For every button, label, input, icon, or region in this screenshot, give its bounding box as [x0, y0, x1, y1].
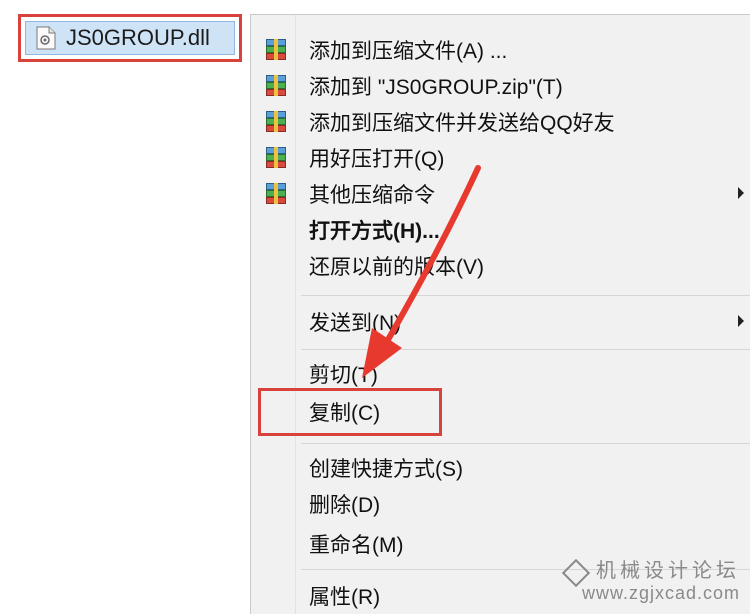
annotation-arrow-icon [362, 165, 481, 378]
watermark-url: www.zgjxcad.com [581, 583, 740, 603]
watermark-title: 机械设计论坛 [596, 558, 740, 582]
watermark: 机械设计论坛 www.zgjxcad.com [561, 554, 740, 604]
